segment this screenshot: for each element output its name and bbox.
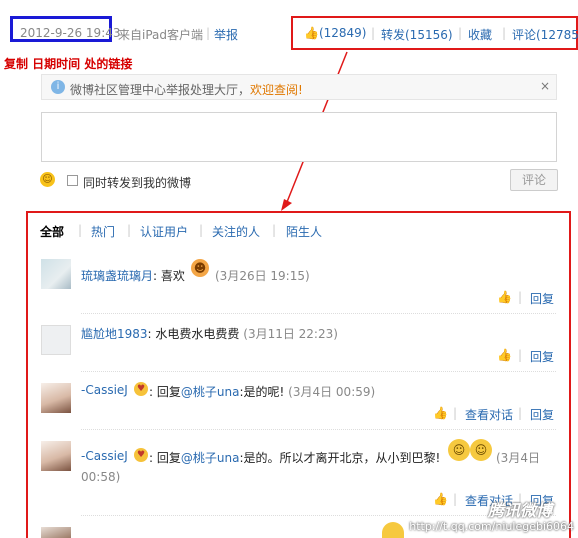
reply-link[interactable]: 回复: [530, 406, 554, 423]
thumbs-up-icon[interactable]: 👍: [433, 492, 448, 506]
avatar[interactable]: [41, 325, 71, 355]
grin-emoji-icon: ☺: [470, 439, 492, 461]
comment-time: (3月26日 19:15): [215, 269, 310, 283]
comment-time: (3月4日: [496, 451, 540, 465]
verified-badge-icon: ♥: [134, 382, 148, 396]
comment-item: 琉璃盏琉璃月: 喜欢: [81, 269, 185, 283]
view-conversation-link[interactable]: 查看对话: [465, 406, 513, 423]
avatar[interactable]: [41, 441, 71, 471]
comment-item: -CassieJ: [81, 383, 128, 397]
row-divider: [81, 371, 556, 372]
filter-following[interactable]: 关注的人: [212, 223, 260, 240]
emoji-icon: ☻: [191, 259, 209, 277]
emoji-icon[interactable]: ☺: [40, 172, 55, 187]
thumbs-up-icon[interactable]: 👍: [497, 290, 512, 304]
row-divider: [81, 313, 556, 314]
action-separator: |: [453, 406, 458, 420]
comment-body: : 回复@桃子una:是的。所以才离开北京，从小到巴黎!: [149, 451, 441, 465]
submit-comment-button[interactable]: 评论: [510, 169, 558, 191]
watermark-logo: 腾讯微博: [488, 501, 553, 520]
forward-checkbox-label: 同时转发到我的微博: [83, 176, 192, 190]
comment-time: (3月11日 22:23): [243, 327, 338, 341]
notice-text: 微博社区管理中心举报处理大厅，欢迎查阅!: [70, 83, 303, 97]
emoji-icon: [382, 522, 404, 538]
comment-username[interactable]: 琉璃盏琉璃月: [81, 269, 153, 283]
comment-item: -CassieJ: [81, 449, 128, 463]
thumbs-up-icon[interactable]: 👍: [497, 348, 512, 362]
filter-separator: |: [127, 223, 132, 237]
mention-link[interactable]: @桃子una: [181, 385, 240, 399]
avatar[interactable]: [41, 259, 71, 289]
filter-verified[interactable]: 认证用户: [140, 223, 188, 240]
filter-strangers[interactable]: 陌生人: [286, 223, 322, 240]
comment-text: :是的呢!: [239, 385, 285, 399]
comment-username[interactable]: -CassieJ: [81, 449, 128, 463]
comment-body: : 回复@桃子una:是的呢! (3月4日 00:59): [149, 385, 376, 399]
comment-textarea[interactable]: [41, 112, 557, 162]
verified-badge-icon: ♥: [134, 448, 148, 462]
filter-all[interactable]: 全部: [40, 223, 64, 240]
comments-highlight-box: [26, 211, 571, 538]
action-separator: |: [518, 290, 523, 304]
comment-username[interactable]: 尴尬地1983: [81, 327, 148, 341]
avatar[interactable]: [41, 383, 71, 413]
row-divider: [81, 429, 556, 430]
avatar[interactable]: [41, 527, 71, 538]
comment-username[interactable]: -CassieJ: [81, 383, 128, 397]
action-separator: |: [453, 492, 458, 506]
filter-separator: |: [78, 223, 83, 237]
comment-text: 喜欢: [160, 269, 185, 283]
filter-separator: |: [272, 223, 277, 237]
action-separator: |: [518, 406, 523, 420]
notice-link[interactable]: 欢迎查阅!: [250, 83, 303, 97]
watermark-url: http://t.qq.com/niulegebi6064: [409, 520, 574, 533]
action-separator: |: [518, 348, 523, 362]
grin-emoji-icon: ☺: [448, 439, 470, 461]
reply-link[interactable]: 回复: [530, 348, 554, 365]
comment-time: (3月4日 00:59): [288, 385, 376, 399]
filter-hot[interactable]: 热门: [91, 223, 115, 240]
thumbs-up-icon[interactable]: 👍: [433, 406, 448, 420]
forward-checkbox[interactable]: [67, 175, 78, 186]
comment-text: :是的。所以才离开北京，从小到巴黎!: [239, 451, 441, 465]
comment-time-cont: 00:58): [81, 470, 121, 484]
comment-item: 尴尬地1983: 水电费水电费费 (3月11日 22:23): [81, 327, 338, 341]
reply-link[interactable]: 回复: [530, 290, 554, 307]
filter-separator: |: [199, 223, 204, 237]
info-icon: i: [51, 80, 65, 94]
close-icon[interactable]: ×: [540, 79, 550, 93]
row-divider: [81, 515, 556, 516]
mention-link[interactable]: @桃子una: [181, 451, 240, 465]
comment-text: 水电费水电费费: [155, 327, 240, 341]
